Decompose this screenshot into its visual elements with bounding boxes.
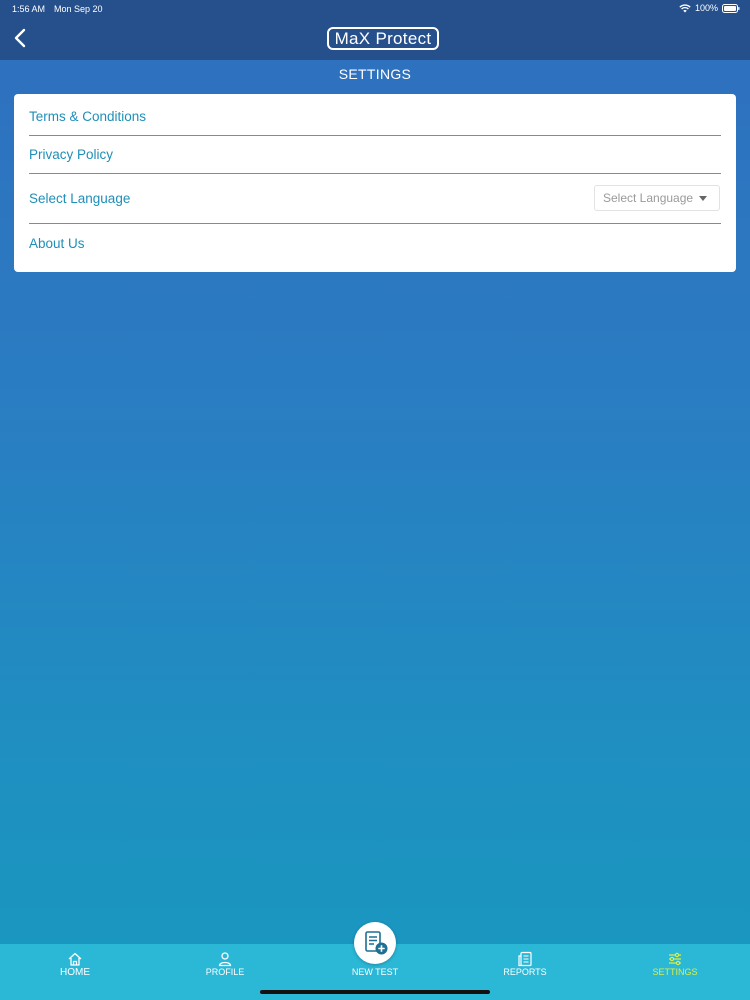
document-add-icon (365, 931, 388, 955)
sliders-icon (669, 952, 681, 966)
battery-icon (722, 3, 740, 13)
status-right: 100% (679, 3, 740, 13)
app-logo: MaX Protect (327, 27, 439, 50)
top-bar: 1:56 AM Mon Sep 20 100% MaX Protect (0, 0, 750, 60)
reports-icon (518, 951, 532, 967)
wifi-icon (679, 3, 691, 12)
tab-home[interactable]: HOME (15, 944, 135, 1000)
tab-settings-label: SETTINGS (652, 967, 698, 977)
home-indicator (260, 990, 490, 994)
tab-new-test-label: NEW TEST (351, 967, 399, 977)
divider (29, 173, 721, 174)
divider (29, 135, 721, 136)
battery-percent: 100% (694, 3, 718, 13)
tab-new-test[interactable]: NEW TEST (314, 922, 436, 978)
tab-home-label: HOME (60, 967, 90, 978)
divider (29, 223, 721, 224)
tab-settings[interactable]: SETTINGS (615, 944, 735, 1000)
language-dropdown-value: Select Language (603, 191, 694, 205)
status-date: Mon Sep 20 (54, 4, 103, 14)
tab-profile-label: PROFILE (205, 967, 245, 977)
privacy-policy-item[interactable]: Privacy Policy (29, 147, 721, 162)
page-title: SETTINGS (338, 66, 412, 82)
settings-card: Terms & Conditions Privacy Policy Select… (14, 94, 736, 272)
user-icon (218, 952, 232, 967)
language-dropdown[interactable]: Select Language (594, 185, 720, 211)
new-test-button[interactable] (354, 922, 396, 964)
back-button[interactable] (10, 26, 32, 50)
status-time: 1:56 AM (12, 4, 46, 14)
terms-conditions-item[interactable]: Terms & Conditions (29, 109, 721, 124)
about-us-item[interactable]: About Us (29, 236, 721, 251)
home-icon (68, 952, 82, 966)
caret-down-icon (699, 196, 707, 201)
tab-reports-label: REPORTS (503, 967, 547, 977)
